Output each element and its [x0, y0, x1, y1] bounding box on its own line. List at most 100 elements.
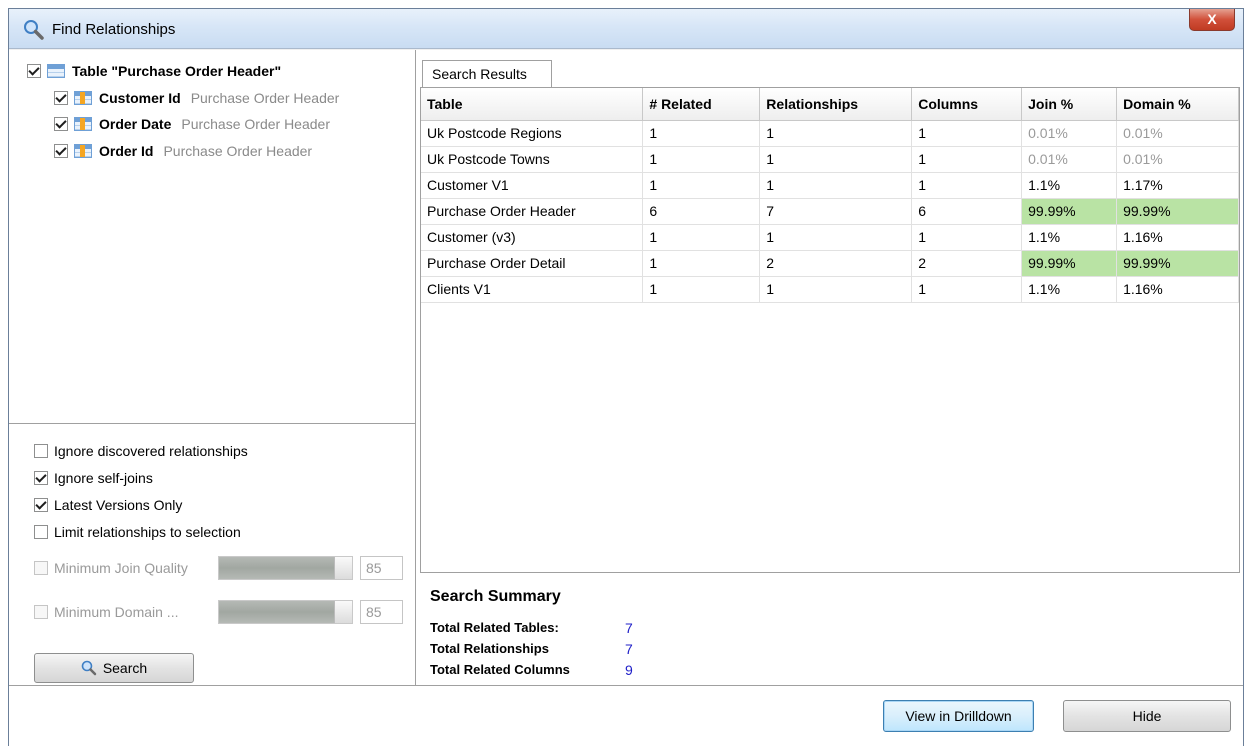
- table-row[interactable]: Customer (v3) 1 1 1 1.1% 1.16%: [421, 224, 1239, 251]
- cell-table: Uk Postcode Towns: [421, 146, 644, 173]
- cell-related: 1: [642, 146, 761, 173]
- column-icon: [74, 91, 92, 105]
- tree-item-checkbox[interactable]: [54, 91, 68, 105]
- tree-item-table: Purchase Order Header: [163, 143, 313, 159]
- min-join-quality-value[interactable]: 85: [360, 556, 403, 580]
- table-row[interactable]: Purchase Order Header 6 7 6 99.99% 99.99…: [421, 198, 1239, 225]
- min-domain-value[interactable]: 85: [360, 600, 403, 624]
- find-relationships-window: Find Relationships X Table "Purchase Ord…: [8, 8, 1244, 746]
- cell-relationships: 1: [759, 120, 913, 147]
- window-title: Find Relationships: [52, 21, 176, 38]
- tree-root-checkbox[interactable]: [27, 64, 41, 78]
- cell-columns: 1: [911, 146, 1023, 173]
- option-min-domain: Minimum Domain ...: [34, 602, 178, 622]
- tree-item-label: Order Id: [99, 143, 154, 159]
- tree-item-checkbox[interactable]: [54, 144, 68, 158]
- summary-row-tables: Total Related Tables: 7: [430, 620, 633, 638]
- table-row[interactable]: Uk Postcode Towns 1 1 1 0.01% 0.01%: [421, 146, 1239, 173]
- cell-domain: 1.17%: [1116, 172, 1239, 199]
- column-icon: [74, 117, 92, 131]
- column-header-domain[interactable]: Domain %: [1116, 88, 1239, 121]
- cell-related: 1: [642, 172, 761, 199]
- summary-label: Total Related Columns: [430, 662, 570, 677]
- left-pane: Table "Purchase Order Header" Customer I…: [9, 50, 416, 685]
- table-row[interactable]: Clients V1 1 1 1 1.1% 1.16%: [421, 276, 1239, 303]
- cell-table: Uk Postcode Regions: [421, 120, 644, 147]
- summary-label: Total Relationships: [430, 641, 549, 656]
- summary-value: 7: [625, 620, 633, 636]
- summary-value: 9: [625, 662, 633, 678]
- cell-columns: 1: [911, 276, 1023, 303]
- cell-domain: 99.99%: [1116, 198, 1239, 225]
- column-header-columns[interactable]: Columns: [911, 88, 1023, 121]
- cell-related: 1: [642, 120, 761, 147]
- cell-table: Customer (v3): [421, 224, 644, 251]
- cell-relationships: 7: [759, 198, 913, 225]
- column-icon: [74, 144, 92, 158]
- option-latest-versions[interactable]: Latest Versions Only: [34, 495, 182, 515]
- option-label: Latest Versions Only: [54, 497, 183, 513]
- option-ignore-self-joins[interactable]: Ignore self-joins: [34, 468, 153, 488]
- table-row[interactable]: Customer V1 1 1 1 1.1% 1.17%: [421, 172, 1239, 199]
- slider-thumb[interactable]: [334, 557, 352, 579]
- table-icon: [47, 64, 65, 78]
- slider-thumb[interactable]: [334, 601, 352, 623]
- column-header-join[interactable]: Join %: [1021, 88, 1118, 121]
- option-limit-selection[interactable]: Limit relationships to selection: [34, 522, 241, 542]
- tree-item-label: Order Date: [99, 116, 172, 132]
- latest-versions-checkbox[interactable]: [34, 498, 48, 512]
- cell-relationships: 1: [759, 172, 913, 199]
- tree-item-order-id[interactable]: Order Id Purchase Order Header: [54, 140, 312, 162]
- column-header-table[interactable]: Table: [421, 88, 644, 121]
- limit-selection-checkbox[interactable]: [34, 525, 48, 539]
- summary-row-columns: Total Related Columns 9: [430, 662, 633, 680]
- search-button-label: Search: [102, 660, 148, 676]
- cell-table: Purchase Order Header: [421, 198, 644, 225]
- min-join-quality-slider[interactable]: [218, 556, 353, 580]
- column-header-relationships[interactable]: Relationships: [759, 88, 913, 121]
- tree-item-checkbox[interactable]: [54, 117, 68, 131]
- search-button[interactable]: Search: [34, 653, 194, 683]
- results-table-container: Table # Related Relationships Columns Jo…: [420, 87, 1240, 573]
- hide-button[interactable]: Hide: [1063, 700, 1231, 732]
- cell-join: 1.1%: [1021, 224, 1118, 251]
- cell-join: 0.01%: [1021, 120, 1118, 147]
- option-min-join-quality: Minimum Join Quality: [34, 558, 188, 578]
- tree-root-row[interactable]: Table "Purchase Order Header": [27, 60, 281, 82]
- column-tree: Table "Purchase Order Header" Customer I…: [9, 50, 416, 424]
- option-ignore-discovered[interactable]: Ignore discovered relationships: [34, 441, 248, 461]
- cell-relationships: 1: [759, 224, 913, 251]
- option-label: Minimum Join Quality: [54, 560, 188, 576]
- cell-related: 1: [642, 224, 761, 251]
- ignore-discovered-checkbox[interactable]: [34, 444, 48, 458]
- cell-columns: 2: [911, 250, 1023, 277]
- close-button[interactable]: X: [1189, 9, 1235, 31]
- cell-domain: 0.01%: [1116, 120, 1239, 147]
- cell-join: 0.01%: [1021, 146, 1118, 173]
- column-header-related[interactable]: # Related: [642, 88, 761, 121]
- option-label: Ignore self-joins: [54, 470, 153, 486]
- table-row[interactable]: Purchase Order Detail 1 2 2 99.99% 99.99…: [421, 250, 1239, 277]
- ignore-self-joins-checkbox[interactable]: [34, 471, 48, 485]
- min-domain-checkbox[interactable]: [34, 605, 48, 619]
- tree-item-customer-id[interactable]: Customer Id Purchase Order Header: [54, 87, 339, 109]
- cell-table: Clients V1: [421, 276, 644, 303]
- option-label: Limit relationships to selection: [54, 524, 241, 540]
- cell-columns: 1: [911, 224, 1023, 251]
- table-row[interactable]: Uk Postcode Regions 1 1 1 0.01% 0.01%: [421, 120, 1239, 147]
- view-in-drilldown-button[interactable]: View in Drilldown: [883, 700, 1034, 732]
- min-join-quality-checkbox[interactable]: [34, 561, 48, 575]
- dialog-content: Table "Purchase Order Header" Customer I…: [9, 50, 1243, 746]
- cell-columns: 1: [911, 120, 1023, 147]
- min-domain-slider[interactable]: [218, 600, 353, 624]
- cell-related: 1: [642, 250, 761, 277]
- cell-join: 1.1%: [1021, 276, 1118, 303]
- tab-search-results[interactable]: Search Results: [422, 60, 552, 88]
- dialog-footer: View in Drilldown Hide: [9, 685, 1243, 746]
- summary-label: Total Related Tables:: [430, 620, 559, 635]
- cell-related: 6: [642, 198, 761, 225]
- tree-item-order-date[interactable]: Order Date Purchase Order Header: [54, 113, 330, 135]
- cell-table: Customer V1: [421, 172, 644, 199]
- tree-root-label: Table "Purchase Order Header": [72, 63, 282, 79]
- cell-columns: 6: [911, 198, 1023, 225]
